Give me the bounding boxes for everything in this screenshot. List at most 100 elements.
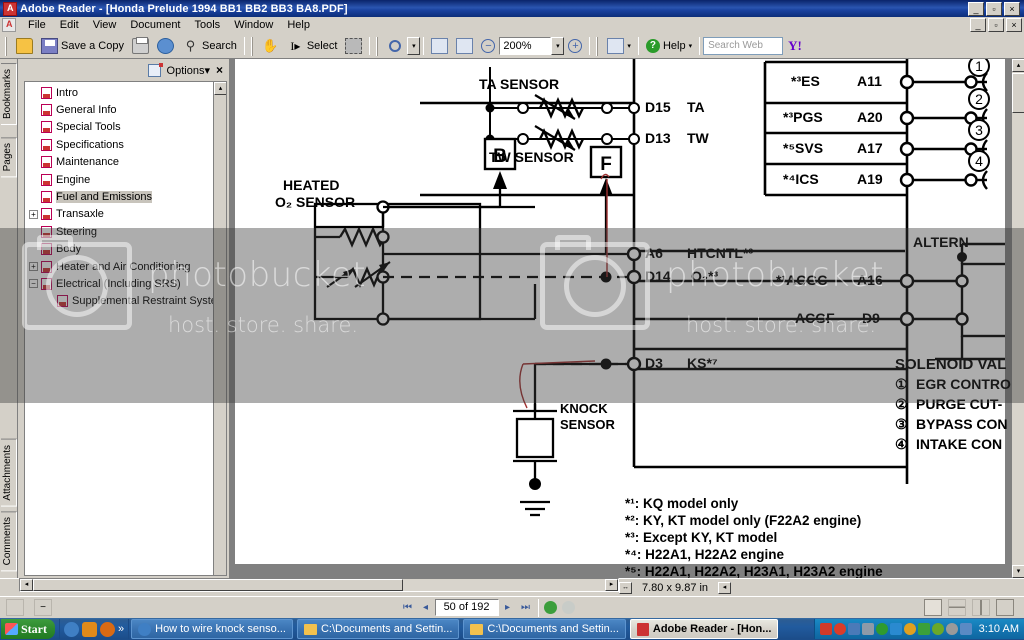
new-bookmark-icon[interactable] [147,62,163,77]
sidebar-tab-pages[interactable]: Pages [1,137,17,178]
bookmarks-scrollbar[interactable]: ▴ [213,82,226,575]
page-size-resize-handle[interactable]: ↔ [619,581,632,594]
security-shield-icon[interactable] [833,623,846,635]
monitor-icon[interactable] [861,623,874,635]
zoom-level-input[interactable]: 200% [499,37,552,55]
display-icon[interactable] [959,623,972,635]
minimize-button[interactable]: _ [968,1,984,16]
hscroll-thumb[interactable] [33,579,403,591]
zoom-level-dropdown[interactable]: ▾ [551,37,565,55]
previous-page-button[interactable]: ◂ [417,599,435,617]
quick-launch-more-button[interactable]: » [118,623,124,635]
fullscreen-button[interactable] [6,599,24,616]
taskbar-button-explorer-2[interactable]: C:\Documents and Settin... [463,619,626,639]
bookmark-item[interactable]: General Info [25,101,226,118]
zoom-in-button[interactable]: + [564,35,586,57]
navbar-minimize-button[interactable]: − [34,599,52,616]
volume-icon[interactable] [903,623,916,635]
zoom-in-tool-button[interactable] [383,35,407,57]
collapse-toggle-icon[interactable]: − [29,279,38,289]
toolbar-grip-2[interactable] [250,36,255,56]
pdf-scroll-up-button[interactable]: ▴ [1012,59,1024,72]
pdf-scroll-down-button[interactable]: ▾ [1012,565,1024,578]
bookmark-item[interactable]: Steering [25,223,226,240]
zoom-out-button[interactable]: − [477,35,499,57]
taskbar-clock[interactable]: 3:10 AM [974,623,1019,635]
bookmarks-options-button[interactable]: Options▾ [167,64,210,77]
bookmark-item[interactable]: + Transaxle [25,206,226,223]
bookmark-item[interactable]: Engine [25,171,226,188]
previous-view-button[interactable] [542,599,560,617]
layout-continuous-button[interactable] [948,599,966,616]
doc-close-button[interactable]: × [1006,18,1022,32]
menu-edit[interactable]: Edit [53,18,86,32]
printer-icon[interactable] [847,623,860,635]
email-button[interactable] [153,35,178,57]
menu-view[interactable]: View [86,18,124,32]
bookmark-item-selected[interactable]: Fuel and Emissions [25,188,226,205]
media-player-icon[interactable] [82,621,97,637]
toolbar-grip-3[interactable] [376,36,381,56]
fit-width-button[interactable] [452,35,477,57]
scroll-up-button[interactable]: ▴ [214,82,226,95]
search-web-input[interactable]: Search Web [703,37,784,55]
next-view-button[interactable] [560,599,578,617]
expand-toggle-icon[interactable]: + [29,209,38,219]
review-markup-button[interactable]: ▾ [603,35,635,57]
hscroll-left-button[interactable]: ◂ [20,579,33,591]
sidebar-tab-bookmarks[interactable]: Bookmarks [1,63,17,126]
next-page-button[interactable]: ▸ [499,599,517,617]
review-dropdown-arrow[interactable]: ▾ [627,42,631,50]
open-button[interactable] [12,35,37,57]
bookmark-item[interactable]: Intro [25,84,226,101]
messenger-icon[interactable] [931,623,944,635]
network-disconnected-icon[interactable] [819,623,832,635]
page-number-input[interactable]: 50 of 192 [434,599,499,616]
taskbar-button-browser[interactable]: How to wire knock senso... [131,619,293,639]
first-page-button[interactable]: ⏮ [399,599,417,617]
layout-continuous-facing-button[interactable] [996,599,1014,616]
menu-tools[interactable]: Tools [188,18,228,32]
status-collapse-button[interactable]: ◂ [718,581,732,594]
pdf-view-area[interactable]: B F 1 2 3 4 TA SENSOR TW SENSOR HEATED O… [230,59,1024,578]
layout-single-page-button[interactable] [924,599,942,616]
bookmark-item[interactable]: Specifications [25,136,226,153]
taskbar-button-adobe-reader[interactable]: Adobe Reader - [Hon... [629,619,779,639]
expand-toggle-icon[interactable]: + [29,262,38,272]
yahoo-logo[interactable]: Y! [783,38,807,54]
pdf-vertical-scrollbar[interactable]: ▴ ▾ [1011,59,1024,578]
restore-button[interactable]: ▫ [986,1,1002,16]
last-page-button[interactable]: ⏭ [517,599,535,617]
antivirus-icon[interactable] [875,623,888,635]
internet-explorer-icon[interactable] [64,621,79,637]
taskbar-button-explorer-1[interactable]: C:\Documents and Settin... [296,619,460,639]
hand-tool-button[interactable]: ✋ [258,35,283,57]
sync-icon[interactable] [917,623,930,635]
bookmarks-close-button[interactable]: × [216,63,223,77]
pdf-scroll-thumb[interactable] [1012,73,1024,113]
close-button[interactable]: × [1004,1,1020,16]
menu-file[interactable]: File [21,18,53,32]
firefox-icon[interactable] [100,621,115,637]
bookmark-item[interactable]: Special Tools [25,119,226,136]
doc-minimize-button[interactable]: _ [970,18,986,32]
help-dropdown-arrow[interactable]: ▾ [689,42,693,50]
pdf-horizontal-scrollbar[interactable]: ◂ ▸ [19,578,619,592]
help-button[interactable]: ? Help ▾ [642,35,696,57]
bookmark-item[interactable]: Maintenance [25,154,226,171]
hscroll-right-button[interactable]: ▸ [605,579,618,591]
search-button[interactable]: ⚲ Search [178,35,241,57]
clock-icon[interactable] [945,623,958,635]
zoom-tool-dropdown[interactable]: ▾ [407,37,421,55]
save-copy-button[interactable]: Save a Copy [37,35,128,57]
sidebar-tab-comments[interactable]: Comments [1,511,17,572]
update-icon[interactable] [889,623,902,635]
bookmark-item[interactable]: + Heater and Air Conditioning [25,258,226,275]
select-tool-button[interactable]: I▸ Select [283,35,342,57]
sidebar-tab-attachments[interactable]: Attachments [1,439,17,507]
doc-restore-button[interactable]: ▫ [988,18,1004,32]
toolbar-grip[interactable] [5,36,9,56]
menu-document[interactable]: Document [123,18,187,32]
layout-facing-button[interactable] [972,599,990,616]
snapshot-button[interactable] [341,35,366,57]
